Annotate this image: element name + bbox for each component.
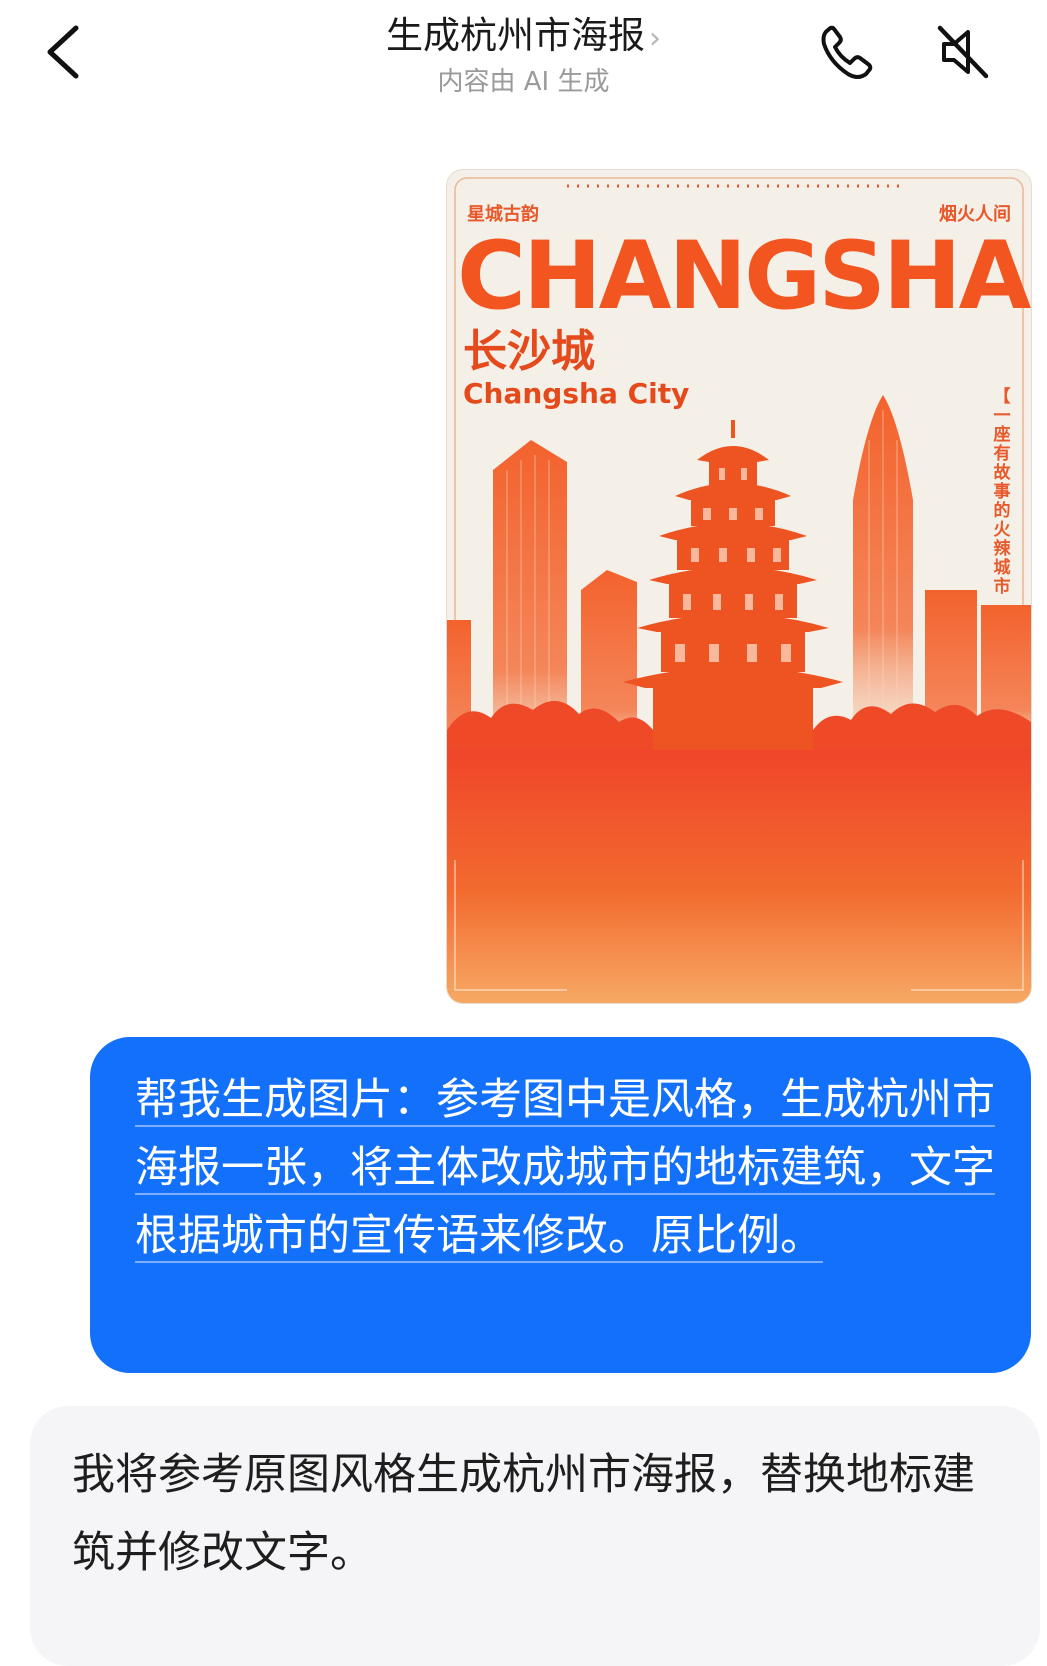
assistant-message-text: 我将参考原图风格生成杭州市海报，替换地标建筑并修改文字。 [72, 1450, 975, 1578]
user-message-content: 帮我生成图片：参考图中是风格，生成杭州市海报一张，将主体改成城市的地标建筑，文字… [135, 1075, 995, 1263]
chevron-right-icon: › [649, 21, 661, 56]
chat-title-area[interactable]: 生成杭州市海报 › 内容由 AI 生成 [250, 12, 797, 99]
chat-title-text: 生成杭州市海报 [386, 14, 645, 57]
phone-icon [821, 25, 873, 79]
chat-header: 生成杭州市海报 › 内容由 AI 生成 [0, 0, 1047, 110]
back-button[interactable] [38, 20, 98, 84]
ai-disclaimer: 内容由 AI 生成 [437, 67, 610, 97]
back-arrow-icon [47, 25, 79, 79]
user-message-text[interactable]: 帮我生成图片：参考图中是风格，生成杭州市海报一张，将主体改成城市的地标建筑，文字… [135, 1066, 995, 1270]
poster-vertical-text: 一座有故事的火辣城市 [993, 406, 1011, 597]
poster-vertical-slogan: 【一座有故事的火辣城市 [991, 388, 1013, 597]
call-button[interactable] [818, 22, 876, 82]
poster-english-title: Changsha City [463, 377, 690, 410]
generated-poster-image[interactable]: 星城古韵 烟火人间 CHANGSHA 长沙城 Changsha City 【一座… [447, 170, 1031, 1003]
poster-bracket: 【 [993, 387, 1011, 407]
mute-button[interactable] [932, 20, 994, 84]
chat-title[interactable]: 生成杭州市海报 › [250, 12, 797, 63]
speaker-muted-icon [937, 25, 989, 79]
poster-chinese-title: 长沙城 [463, 326, 595, 377]
poster-main-title: CHANGSHA [457, 222, 1031, 331]
